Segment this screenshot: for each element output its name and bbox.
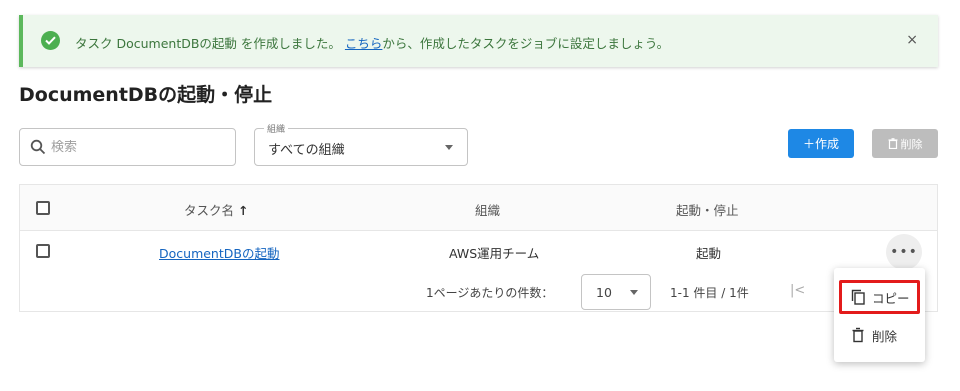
page-title: DocumentDBの起動・停止 bbox=[19, 84, 273, 106]
search-field[interactable] bbox=[19, 128, 236, 166]
pagination: 1ページあたりの件数： 10 1-1 件目 / 1件 |< bbox=[20, 272, 937, 312]
success-banner: タスク DocumentDBの起動 を作成しました。 こちらから、作成したタスク… bbox=[19, 15, 938, 67]
banner-text-before: タスク DocumentDBの起動 を作成しました。 bbox=[75, 36, 341, 51]
close-icon[interactable]: × bbox=[906, 32, 918, 48]
task-org: AWS運用チーム bbox=[449, 246, 540, 261]
context-menu: コピー 削除 bbox=[834, 268, 925, 362]
copy-icon bbox=[851, 289, 865, 305]
create-button[interactable]: ＋作成 bbox=[788, 129, 854, 158]
delete-button[interactable]: 削除 bbox=[872, 129, 938, 158]
table-header: タスク名 ↑ 組織 起動・停止 bbox=[20, 185, 937, 231]
per-page-select[interactable]: 10 bbox=[581, 274, 651, 310]
per-page-label: 1ページあたりの件数： bbox=[426, 286, 554, 300]
delete-button-label: 削除 bbox=[900, 137, 923, 151]
check-circle-icon bbox=[41, 31, 60, 50]
menu-item-copy-label: コピー bbox=[872, 290, 910, 306]
menu-item-delete[interactable]: 削除 bbox=[834, 316, 925, 354]
column-header-startstop: 起動・停止 bbox=[676, 203, 739, 218]
caret-down-icon bbox=[445, 145, 453, 150]
sort-arrow-up-icon: ↑ bbox=[238, 203, 249, 218]
trash-icon bbox=[852, 327, 864, 343]
row-checkbox[interactable] bbox=[36, 244, 50, 258]
task-table: タスク名 ↑ 組織 起動・停止 DocumentDBの起動 AWS運用チーム 起動… bbox=[19, 184, 938, 312]
task-name-link[interactable]: DocumentDBの起動 bbox=[159, 243, 279, 262]
menu-item-copy[interactable]: コピー bbox=[834, 278, 925, 316]
task-action: 起動 bbox=[696, 246, 722, 261]
org-select-value: すべての組織 bbox=[268, 143, 345, 158]
caret-down-icon bbox=[630, 290, 638, 295]
org-select-label: 組織 bbox=[264, 122, 289, 135]
banner-message: タスク DocumentDBの起動 を作成しました。 こちらから、作成したタスク… bbox=[75, 33, 669, 52]
table-row: DocumentDBの起動 AWS運用チーム 起動 ••• bbox=[20, 231, 937, 272]
org-select[interactable]: 組織 すべての組織 bbox=[254, 122, 468, 166]
more-options-button[interactable]: ••• bbox=[886, 234, 922, 270]
page-range: 1-1 件目 / 1件 bbox=[670, 286, 749, 300]
select-all-checkbox[interactable] bbox=[36, 201, 50, 215]
search-icon bbox=[30, 139, 46, 155]
task-name-header-label: タスク名 bbox=[184, 203, 235, 218]
first-page-icon[interactable]: |< bbox=[790, 283, 805, 298]
trash-icon bbox=[888, 138, 897, 149]
menu-item-delete-label: 削除 bbox=[872, 328, 898, 344]
banner-link[interactable]: こちら bbox=[345, 36, 383, 51]
per-page-value: 10 bbox=[596, 285, 612, 300]
column-header-org: 組織 bbox=[475, 203, 501, 218]
column-header-task-name[interactable]: タスク名 ↑ bbox=[184, 200, 249, 219]
search-input[interactable] bbox=[51, 139, 221, 155]
banner-text-after: から、作成したタスクをジョブに設定しましょう。 bbox=[382, 36, 670, 51]
